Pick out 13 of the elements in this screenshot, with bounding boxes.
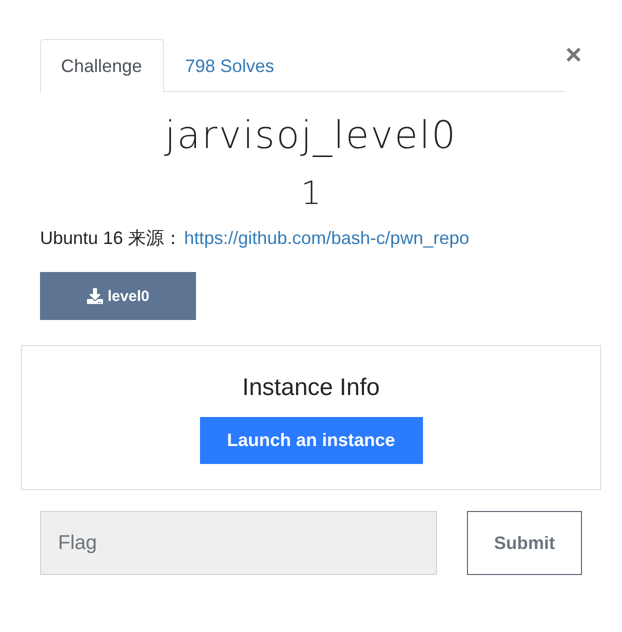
tab[interactable]: Challenge — [40, 39, 164, 93]
panel-title: Instance Info — [242, 373, 380, 403]
launch-button[interactable]: Launch an instance — [200, 417, 422, 464]
submit-button[interactable]: Submit — [467, 511, 582, 575]
source-link[interactable]: https://github.com/bash-c/pwn_repo — [184, 228, 470, 248]
close-button[interactable]: × — [565, 41, 582, 69]
challenge-points: 1 — [300, 173, 322, 213]
flag-input[interactable]: Flag — [40, 511, 437, 575]
download-icon — [86, 288, 103, 304]
challenge-title: jarvisoj_level0 — [163, 112, 458, 159]
tab[interactable]: 798 Solves — [164, 39, 296, 93]
description-text: Ubuntu 16 来源：https://github.com/bash-c/pwn_repo — [40, 227, 470, 250]
download-button[interactable]: level0 — [40, 272, 196, 320]
